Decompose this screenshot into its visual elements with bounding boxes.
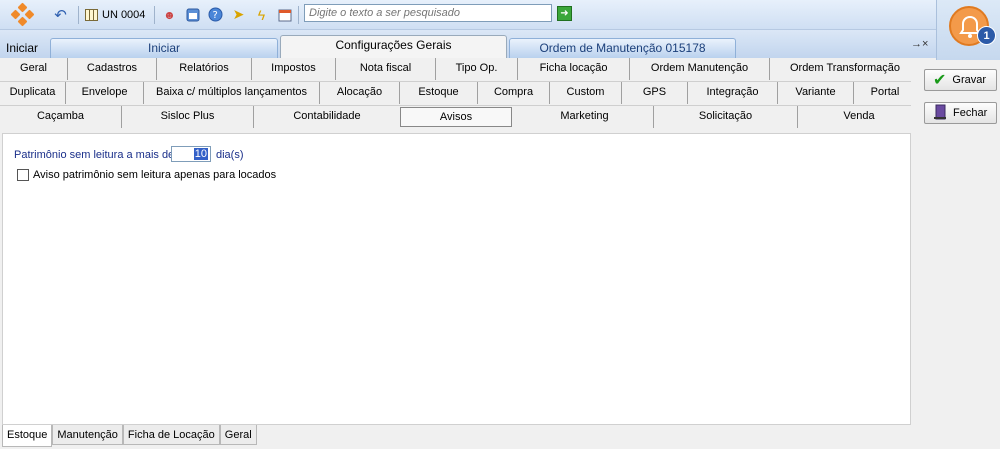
notifications-panel: 1 <box>936 0 1000 60</box>
toolbar-separator <box>78 6 79 24</box>
tab-custom[interactable]: Custom <box>550 82 622 104</box>
tab-ficha-locacao[interactable]: Ficha locação <box>518 58 630 80</box>
tab-geral[interactable]: Geral <box>0 58 68 80</box>
tab-contabilidade[interactable]: Contabilidade <box>254 106 400 128</box>
tab-envelope[interactable]: Envelope <box>66 82 144 104</box>
search-input[interactable] <box>304 4 552 22</box>
patrimonio-days-input[interactable]: 10 <box>171 146 211 162</box>
tab-portal[interactable]: Portal <box>854 82 916 104</box>
bottom-tabs: Estoque Manutenção Ficha de Locação Gera… <box>2 425 257 447</box>
tab-relatorios[interactable]: Relatórios <box>157 58 252 80</box>
business-unit-selector[interactable]: UN 0004 <box>85 5 145 24</box>
tab-gps[interactable]: GPS <box>622 82 688 104</box>
patrimonio-days-value: 10 <box>193 148 208 160</box>
tab-ordem-manutencao[interactable]: Ordem de Manutenção 015178 <box>509 38 736 58</box>
tab-compra[interactable]: Compra <box>478 82 550 104</box>
business-unit-label: UN 0004 <box>102 8 146 21</box>
tab-marketing[interactable]: Marketing <box>516 106 654 128</box>
bottom-tab-ficha-locacao[interactable]: Ficha de Locação <box>122 425 220 445</box>
tab-venda[interactable]: Venda <box>798 106 920 128</box>
tab-nota-fiscal[interactable]: Nota fiscal <box>336 58 436 80</box>
tab-avisos[interactable]: Avisos <box>400 107 512 127</box>
toolbar-separator <box>154 6 155 24</box>
close-tab-icon[interactable]: →× <box>911 38 928 50</box>
tab-baixa-multiplos[interactable]: Baixa c/ múltiplos lançamentos <box>144 82 320 104</box>
tab-sisloc-plus[interactable]: Sisloc Plus <box>122 106 254 128</box>
feedback-icon[interactable]: ➤ <box>230 6 247 23</box>
tab-estoque[interactable]: Estoque <box>400 82 478 104</box>
tab-iniciar[interactable]: Iniciar <box>50 38 278 58</box>
tab-tipo-op[interactable]: Tipo Op. <box>436 58 518 80</box>
exit-door-icon <box>933 104 947 123</box>
start-menu-button[interactable]: Iniciar <box>6 41 38 55</box>
save-button[interactable]: ✔ Gravar <box>924 69 997 91</box>
avisos-content-panel: Patrimônio sem leitura a mais de 10 dia(… <box>2 133 911 425</box>
help-icon[interactable]: ? <box>207 6 224 23</box>
calendar-icon[interactable] <box>276 6 293 23</box>
tab-integracao[interactable]: Integração <box>688 82 778 104</box>
toolbar-separator <box>298 6 299 24</box>
bottom-tab-manutencao[interactable]: Manutenção <box>52 425 123 445</box>
svg-text:?: ? <box>213 10 218 21</box>
tab-cadastros[interactable]: Cadastros <box>68 58 157 80</box>
checkmark-icon: ✔ <box>933 72 947 89</box>
users-icon[interactable]: ☻ <box>161 6 178 23</box>
checkbox-box[interactable] <box>17 169 29 181</box>
top-toolbar: ↶ UN 0004 ☻ ? ➤ ϟ ➜ <box>0 0 936 30</box>
undo-icon[interactable]: ↶ <box>52 6 69 24</box>
document-tabs-bar: Iniciar Iniciar Configurações Gerais Ord… <box>0 30 936 58</box>
tab-alocacao[interactable]: Alocação <box>320 82 400 104</box>
lightning-icon[interactable]: ϟ <box>253 6 270 23</box>
locados-only-checkbox[interactable]: Aviso patrimônio sem leitura apenas para… <box>17 169 276 181</box>
locados-only-checkbox-label: Aviso patrimônio sem leitura apenas para… <box>33 169 277 181</box>
notification-count-badge: 1 <box>977 26 996 45</box>
save-button-label: Gravar <box>952 74 987 86</box>
tab-duplicata[interactable]: Duplicata <box>0 82 66 104</box>
tab-cacamba[interactable]: Caçamba <box>0 106 122 128</box>
bottom-tab-geral[interactable]: Geral <box>219 425 257 445</box>
tab-ordem-manutencao-config[interactable]: Ordem Manutenção <box>630 58 770 80</box>
bottom-tab-estoque[interactable]: Estoque <box>2 425 53 447</box>
tab-ordem-transformacao[interactable]: Ordem Transformação <box>770 58 920 80</box>
tab-impostos[interactable]: Impostos <box>252 58 336 80</box>
patrimonio-label: Patrimônio sem leitura a mais de <box>14 149 175 161</box>
search-go-icon[interactable]: ➜ <box>557 6 572 21</box>
grid-icon <box>85 8 98 21</box>
tab-solicitacao[interactable]: Solicitação <box>654 106 798 128</box>
days-unit-label: dia(s) <box>216 149 244 161</box>
close-button-label: Fechar <box>953 107 988 119</box>
tab-variante[interactable]: Variante <box>778 82 854 104</box>
close-button[interactable]: Fechar <box>924 102 997 124</box>
tab-configuracoes-gerais[interactable]: Configurações Gerais <box>280 35 507 58</box>
window-icon[interactable] <box>184 6 201 23</box>
